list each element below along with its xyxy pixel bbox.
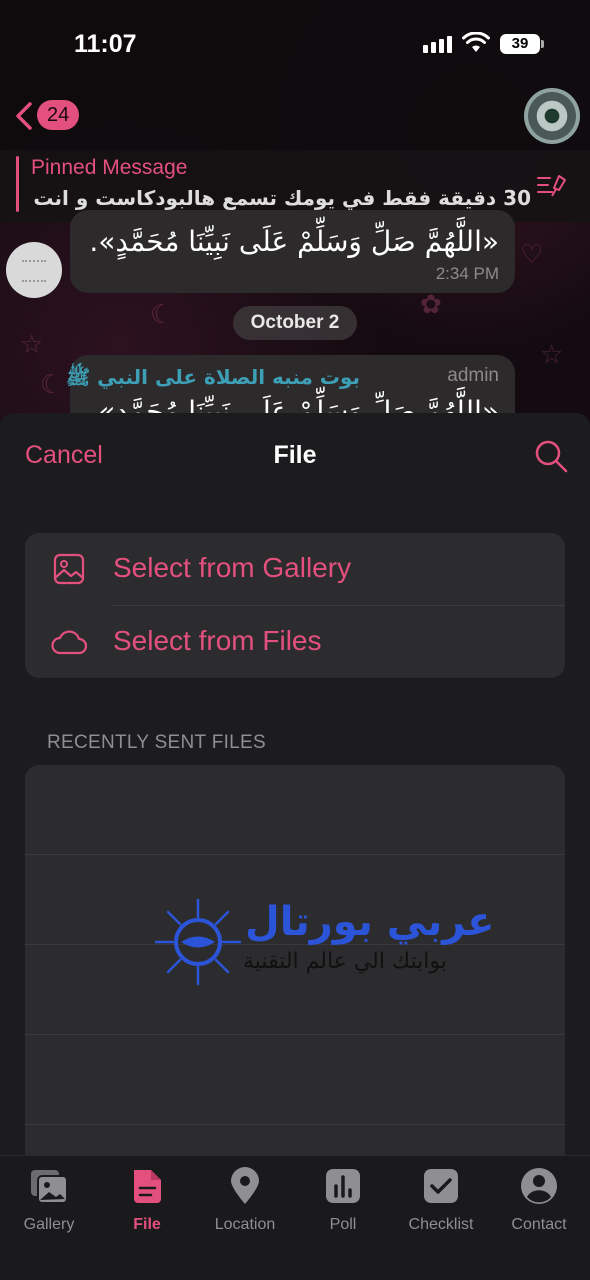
pin-list-icon[interactable] xyxy=(534,168,568,202)
flower-doodle: ✿ xyxy=(420,290,442,320)
tab-location[interactable]: Location xyxy=(196,1166,294,1238)
pinned-text: 30 دقيقة فقط في يومك تسمع هالبودكاست و ا… xyxy=(31,186,531,210)
wifi-icon xyxy=(462,32,490,52)
heart-doodle: ♡ xyxy=(520,240,544,270)
back-chevron-icon[interactable] xyxy=(12,98,36,134)
sender-role: admin xyxy=(447,365,499,386)
tab-label: File xyxy=(133,1216,161,1233)
attachment-tab-bar: Gallery File Location Poll Checklist Con… xyxy=(0,1155,590,1280)
star-doodle: ☆ xyxy=(20,330,44,360)
recent-files-header: RECENTLY SENT FILES xyxy=(47,732,266,753)
message-time: 2:34 PM xyxy=(435,264,499,283)
tab-checklist[interactable]: Checklist xyxy=(392,1166,490,1238)
cloud-icon xyxy=(51,630,88,655)
search-icon[interactable] xyxy=(532,437,570,475)
tab-poll[interactable]: Poll xyxy=(294,1166,392,1238)
tab-label: Gallery xyxy=(23,1216,75,1233)
watermark-logo-icon xyxy=(154,898,242,986)
option-label: Select from Files xyxy=(113,625,322,656)
watermark-subtitle: بوابتك الي عالم التقنية xyxy=(243,949,447,974)
select-from-gallery-button[interactable]: Select from Gallery xyxy=(25,533,565,606)
tab-label: Location xyxy=(214,1216,276,1233)
message-bubble[interactable]: «اللَّهُمَّ صَلِّ وَسَلِّمْ عَلَى نَبِيِ… xyxy=(70,210,515,293)
file-source-options: Select from Gallery Select from Files xyxy=(25,533,565,678)
tab-label: Contact xyxy=(511,1216,567,1233)
tab-gallery[interactable]: Gallery xyxy=(0,1166,98,1238)
option-label: Select from Gallery xyxy=(113,552,352,583)
location-icon xyxy=(231,1167,259,1204)
sheet-title: File xyxy=(273,441,317,469)
unread-count-badge[interactable]: 24 xyxy=(37,100,80,130)
moon-doodle: ☾ xyxy=(40,370,64,400)
watermark: عربي بورتال بوابتك الي عالم التقنية xyxy=(145,895,495,995)
moon-doodle: ☾ xyxy=(150,300,174,330)
recent-files-list: عربي بورتال بوابتك الي عالم التقنية xyxy=(25,765,565,1185)
battery-icon: 39 xyxy=(500,34,544,54)
gallery-icon xyxy=(31,1170,68,1204)
checklist-icon xyxy=(424,1169,458,1203)
sender-avatar[interactable] xyxy=(6,242,62,298)
star-doodle: ☆ xyxy=(540,340,564,370)
list-item[interactable] xyxy=(25,1035,565,1125)
chat-header: 24 xyxy=(0,88,590,150)
tab-contact[interactable]: Contact xyxy=(490,1166,588,1238)
status-time: 11:07 xyxy=(74,30,137,58)
tab-label: Poll xyxy=(329,1216,357,1233)
file-icon xyxy=(134,1170,161,1203)
status-bar: 11:07 39 xyxy=(0,0,590,88)
photo-icon xyxy=(53,553,85,585)
chat-avatar[interactable] xyxy=(524,88,580,144)
tab-label: Checklist xyxy=(408,1216,474,1233)
pinned-accent-bar xyxy=(16,156,19,212)
pinned-title: Pinned Message xyxy=(31,156,188,179)
poll-icon xyxy=(326,1169,360,1203)
cellular-signal-icon xyxy=(423,36,452,53)
contact-icon xyxy=(521,1168,557,1204)
message-sender[interactable]: بوت منبه الصلاة على النبي ﷺ xyxy=(66,365,360,394)
list-item[interactable] xyxy=(25,765,565,855)
tab-file[interactable]: File xyxy=(98,1166,196,1238)
select-from-files-button[interactable]: Select from Files xyxy=(25,606,565,678)
attachment-sheet: Cancel File Select from Gallery Select f… xyxy=(0,413,590,1280)
date-divider: October 2 xyxy=(233,306,357,340)
message-text: «اللَّهُمَّ صَلِّ وَسَلِّمْ عَلَى نَبِيِ… xyxy=(89,225,499,258)
watermark-title: عربي بورتال xyxy=(245,899,495,945)
